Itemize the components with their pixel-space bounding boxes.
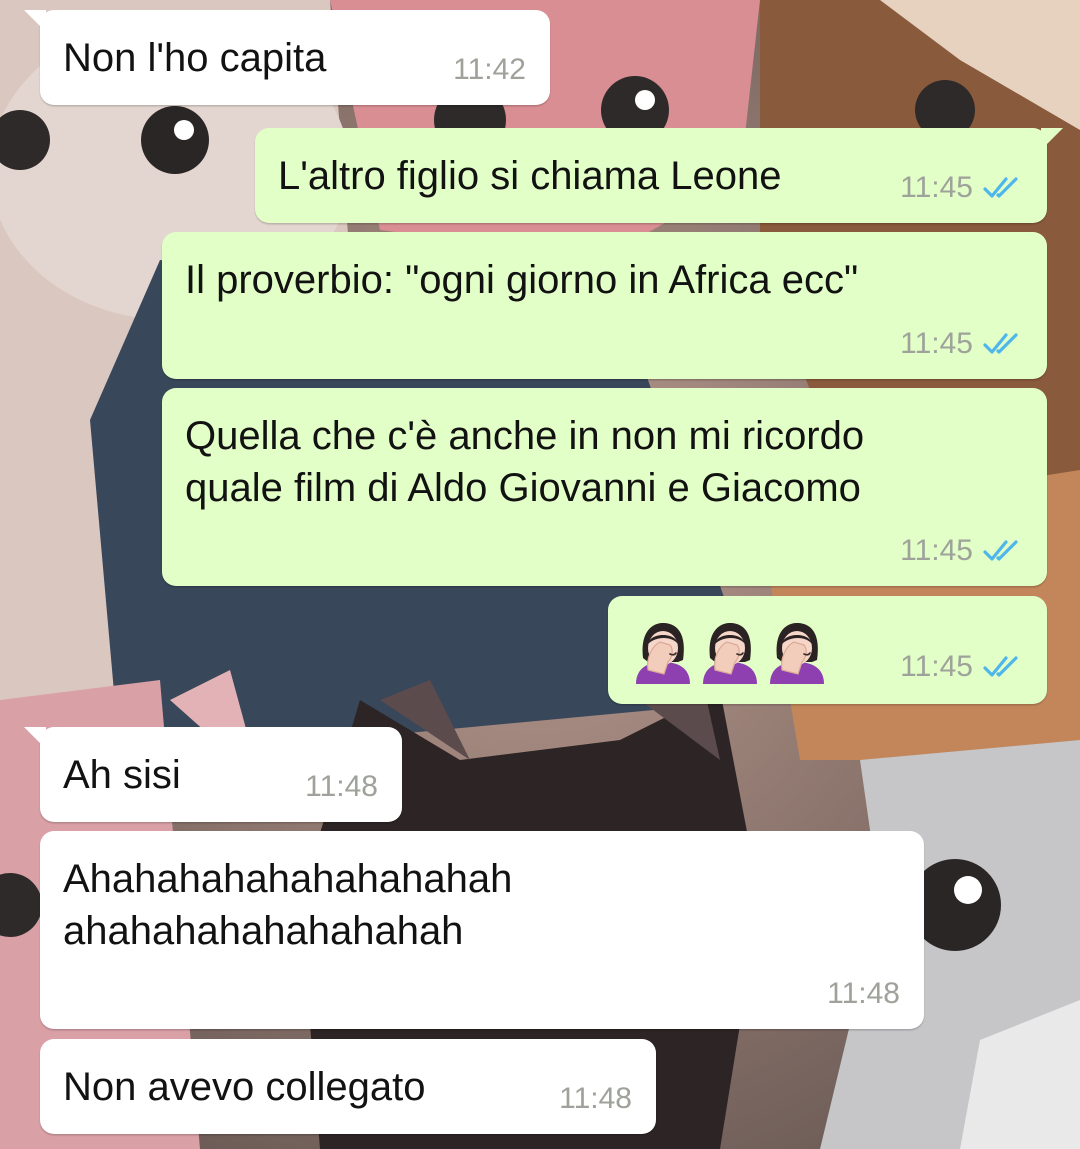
message-meta: 11:45 bbox=[900, 650, 1023, 684]
message-meta: 11:42 bbox=[453, 53, 526, 87]
woman-facepalming-emoji bbox=[630, 618, 696, 684]
message-text: Ahahahahahahahahahah ahahahahahahahahah bbox=[63, 857, 513, 953]
message-time: 11:48 bbox=[827, 977, 900, 1010]
message-text: Ah sisi bbox=[63, 753, 181, 797]
message-meta: 11:45 bbox=[900, 327, 1023, 361]
message-time: 11:45 bbox=[900, 171, 973, 204]
read-double-tick-icon bbox=[983, 176, 1023, 200]
woman-facepalming-emoji bbox=[764, 618, 830, 684]
message-text: Non avevo collegato bbox=[63, 1065, 426, 1109]
message-bubble-outgoing[interactable]: Il proverbio: "ogni giorno in Africa ecc… bbox=[162, 232, 1047, 379]
conversation[interactable]: Non l'ho capita 11:42 L'altro figlio si … bbox=[0, 0, 1080, 1149]
message-meta: 11:48 bbox=[559, 1082, 632, 1116]
read-double-tick-icon bbox=[983, 539, 1023, 563]
message-meta: 11:45 bbox=[900, 534, 1023, 568]
bubble-tail bbox=[1041, 128, 1063, 150]
message-meta: 11:48 bbox=[305, 770, 378, 804]
message-time: 11:45 bbox=[900, 534, 973, 567]
message-bubble-outgoing[interactable]: 11:45 bbox=[608, 596, 1047, 704]
message-bubble-incoming[interactable]: Ahahahahahahahahahah ahahahahahahahahah … bbox=[40, 831, 924, 1029]
message-text: Quella che c'è anche in non mi ricordo q… bbox=[185, 414, 865, 510]
message-time: 11:42 bbox=[453, 53, 526, 86]
message-time: 11:45 bbox=[900, 650, 973, 683]
read-double-tick-icon bbox=[983, 332, 1023, 356]
message-text: Non l'ho capita bbox=[63, 36, 327, 80]
message-bubble-incoming[interactable]: Non avevo collegato 11:48 bbox=[40, 1039, 656, 1134]
message-text: Il proverbio: "ogni giorno in Africa ecc… bbox=[185, 258, 859, 302]
bubble-tail bbox=[24, 10, 46, 32]
message-bubble-incoming[interactable]: Ah sisi 11:48 bbox=[24, 727, 402, 822]
emoji-row bbox=[630, 618, 830, 684]
read-double-tick-icon bbox=[983, 655, 1023, 679]
message-bubble-incoming[interactable]: Non l'ho capita 11:42 bbox=[24, 10, 550, 105]
bubble-tail bbox=[24, 727, 46, 749]
message-text: L'altro figlio si chiama Leone bbox=[278, 154, 782, 198]
message-time: 11:45 bbox=[900, 327, 973, 360]
message-time: 11:48 bbox=[559, 1082, 632, 1115]
woman-facepalming-emoji bbox=[697, 618, 763, 684]
message-bubble-outgoing[interactable]: Quella che c'è anche in non mi ricordo q… bbox=[162, 388, 1047, 586]
message-bubble-outgoing[interactable]: L'altro figlio si chiama Leone 11:45 bbox=[255, 128, 1063, 223]
message-meta: 11:48 bbox=[827, 977, 900, 1011]
message-meta: 11:45 bbox=[900, 171, 1023, 205]
message-time: 11:48 bbox=[305, 770, 378, 803]
